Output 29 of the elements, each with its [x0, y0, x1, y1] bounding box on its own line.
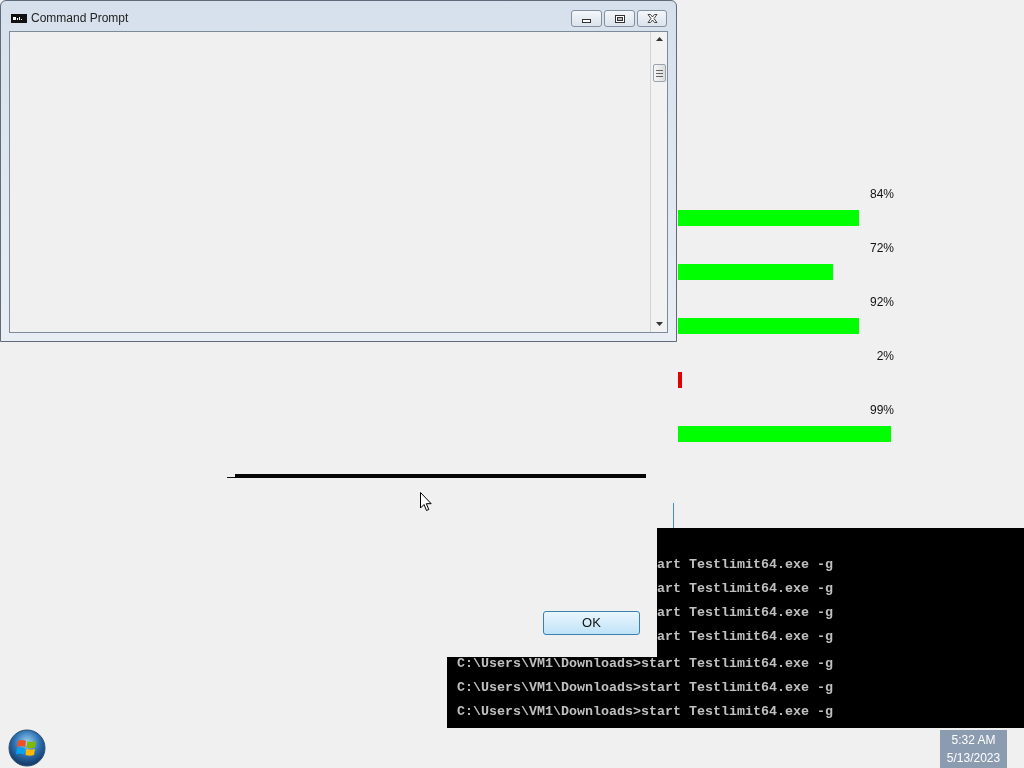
percent-label: 2%	[876, 348, 894, 364]
percent-label: 72%	[869, 240, 894, 256]
console-line: C:\Users\VM1\Downloads>start Testlimit64.exe -g	[457, 657, 834, 671]
console-line: art Testlimit64.exe -g	[657, 606, 834, 620]
window-title: Command Prompt	[31, 10, 129, 27]
clock-date: 5/13/2023	[946, 750, 1001, 766]
scroll-up-icon[interactable]	[655, 37, 663, 41]
scroll-thumb[interactable]	[652, 64, 666, 82]
console-icon	[11, 14, 27, 23]
start-orb-icon[interactable]	[8, 729, 46, 767]
vertical-scrollbar[interactable]	[650, 32, 667, 332]
console-line: art Testlimit64.exe -g	[657, 558, 834, 572]
cursor-icon	[420, 492, 432, 511]
close-button[interactable]	[637, 10, 667, 27]
ok-button[interactable]: OK	[543, 611, 640, 635]
scroll-down-icon[interactable]	[655, 322, 663, 326]
console-line: C:\Users\VM1\Downloads>start Testlimit64.exe -g	[457, 681, 834, 695]
minimize-icon	[582, 19, 591, 23]
minimize-button[interactable]	[571, 10, 602, 27]
percent-label: 84%	[869, 186, 894, 202]
percent-label: 92%	[869, 294, 894, 310]
console-line: art Testlimit64.exe -g	[657, 630, 834, 644]
percent-label: 99%	[869, 402, 894, 418]
console-line: art Testlimit64.exe -g	[657, 582, 834, 596]
maximize-icon	[614, 14, 625, 23]
console-line: C:\Users\VM1\Downloads>start Testlimit64.exe -g	[457, 705, 834, 719]
maximize-button[interactable]	[604, 10, 635, 27]
clock-time: 5:32 AM	[951, 732, 996, 748]
close-icon	[646, 14, 658, 23]
